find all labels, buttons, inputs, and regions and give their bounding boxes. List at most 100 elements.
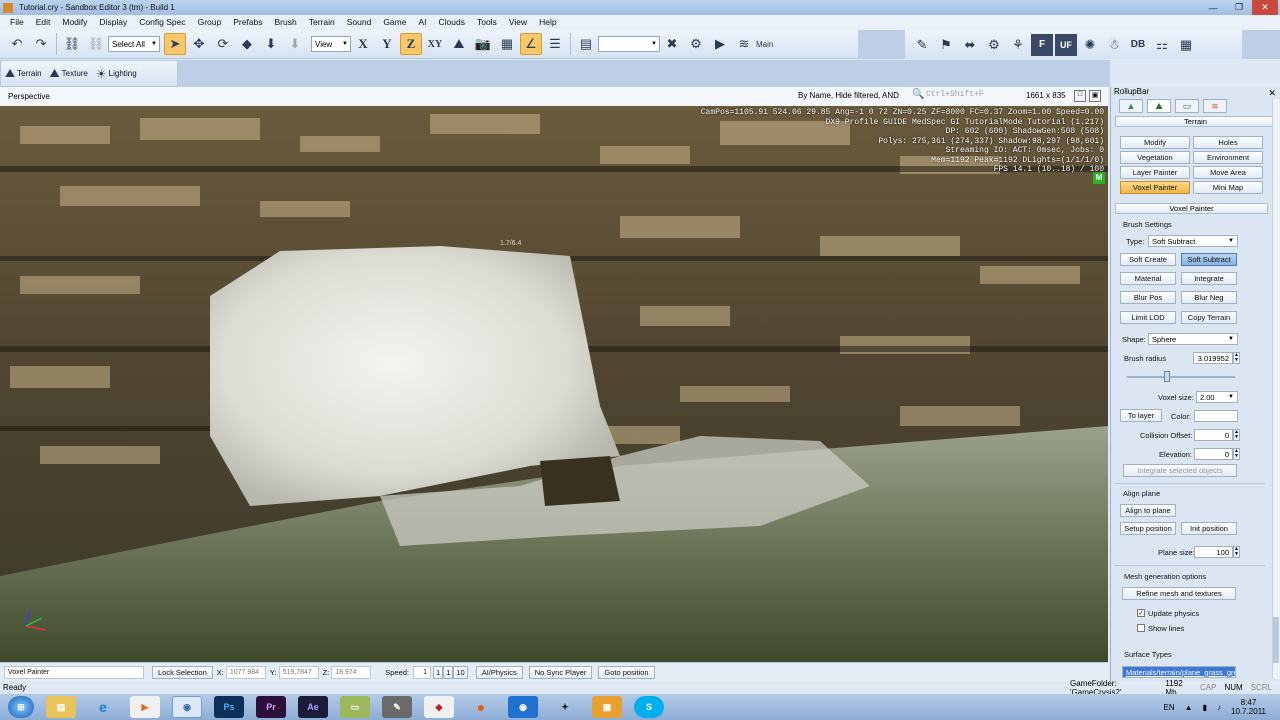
collision-offset-spinner[interactable]: ▲ ▼ [1233,429,1240,441]
update-physics-checkbox[interactable]: ✓ [1137,609,1145,617]
voxel-size-select[interactable]: 2.00 ▼ [1196,391,1238,403]
firefox-icon[interactable]: ● [466,696,496,718]
brush-radius-field[interactable]: 3.019952 [1193,352,1233,364]
axis-y-button[interactable]: Y [376,33,398,55]
holes-button[interactable]: Holes [1193,136,1263,149]
language-indicator[interactable]: EN [1164,703,1175,712]
mini-map-button[interactable]: Mini Map [1193,181,1263,194]
menu-clouds[interactable]: Clouds [433,15,471,30]
menu-sound[interactable]: Sound [341,15,378,30]
modify-button[interactable]: Modify [1120,136,1190,149]
to-layer-button[interactable]: To layer [1120,409,1162,422]
menu-game[interactable]: Game [377,15,412,30]
terrain-snap-icon[interactable]: ⛰ [448,33,470,55]
media-player-icon[interactable]: ▶ [130,696,160,718]
undo-icon[interactable]: ↶ [6,33,28,55]
blur-neg-button[interactable]: Blur Neg [1181,291,1237,304]
chrome-like-icon[interactable]: ◉ [508,696,538,718]
physics-icon[interactable]: ⚙ [685,33,707,55]
layer-combo[interactable]: ▼ [598,36,660,52]
layer-stack-icon[interactable]: ≋ [733,33,755,55]
skype-icon[interactable]: S [634,696,664,718]
maximize-viewport-icon[interactable]: □ [1074,90,1086,102]
vegetation-button[interactable]: Vegetation [1120,151,1190,164]
explorer-icon[interactable]: ▤ [46,696,76,718]
voxel-painter-button[interactable]: Voxel Painter [1120,181,1190,194]
track-view-icon[interactable]: ⬌ [959,34,981,56]
maximize-button[interactable]: ❐ [1226,0,1252,15]
selection-combo[interactable]: Select All ▼ [108,36,160,52]
blur-pos-button[interactable]: Blur Pos [1120,291,1176,304]
goto-position-button[interactable]: Goto position [598,665,655,679]
premiere-icon[interactable]: Pr [256,696,286,718]
shape-select[interactable]: Sphere ▼ [1148,333,1238,345]
elevation-field[interactable]: 0 [1194,448,1233,460]
no-sync-player-button[interactable]: No Sync Player [528,665,593,679]
menu-tools[interactable]: Tools [471,15,503,30]
flowgraph-button[interactable]: F [1031,33,1053,56]
grid-icon[interactable]: ▦ [496,33,518,55]
menu-view[interactable]: View [503,15,533,30]
select-arrow-icon[interactable]: ➤ [164,33,186,55]
menu-terrain[interactable]: Terrain [303,15,341,30]
asset-browser-icon[interactable]: ⚏ [1151,34,1173,56]
ai-physics-button[interactable]: AI/Physics [475,665,523,679]
grid-layout-icon[interactable]: ▦ [1175,34,1197,56]
soft-subtract-button[interactable]: Soft Subtract [1181,253,1237,266]
delete-selection-icon[interactable]: ✖ [661,33,683,55]
axis-x-button[interactable]: X [352,33,374,55]
character-icon[interactable]: ☃ [1103,34,1125,56]
z-coord-field[interactable]: 18.974 [331,665,372,679]
speed-field[interactable]: 1 [413,665,432,679]
network-icon[interactable]: ▮ [1203,703,1207,712]
plane-size-spinner[interactable]: ▲ ▼ [1233,546,1240,558]
objects-tab-icon[interactable]: ▲ [1119,99,1143,113]
camera-icon[interactable]: 📷 [472,33,494,55]
terrain-section-header[interactable]: Terrain [1115,116,1276,127]
layer-painter-button[interactable]: Layer Painter [1120,166,1190,179]
close-button[interactable]: ✕ [1252,0,1278,15]
align-to-plane-button[interactable]: Align to plane [1120,504,1176,517]
scale-icon[interactable]: ◆ [236,33,258,55]
folder-icon[interactable]: ▣ [592,696,622,718]
app-icon-red[interactable]: ◆ [424,696,454,718]
ui-flow-button[interactable]: UF [1055,33,1077,56]
menu-help[interactable]: Help [533,15,562,30]
color-swatch[interactable] [1194,410,1238,422]
redo-icon[interactable]: ↷ [30,33,52,55]
init-position-button[interactable]: Init position [1181,522,1237,535]
material-pick-icon[interactable]: ✎ [911,34,933,56]
plugin-icon[interactable]: ✦ [550,696,580,718]
internet-explorer-icon[interactable]: e [88,696,118,718]
display-tab-icon[interactable]: ▭ [1175,99,1199,113]
layers-tab-icon[interactable]: ≋ [1203,99,1227,113]
menu-ai[interactable]: AI [412,15,432,30]
place-on-terrain-icon[interactable]: ⬇ [260,33,282,55]
viewport-options-icon[interactable]: ▣ [1089,90,1101,102]
terrain-tab-icon[interactable]: ⛰ [1147,99,1171,113]
axis-xy-button[interactable]: XY [424,33,446,55]
after-effects-icon[interactable]: Ae [298,696,328,718]
coord-system-combo[interactable]: View ▼ [311,36,351,52]
photoshop-icon[interactable]: Ps [214,696,244,718]
3d-viewport[interactable]: CamPos=1105.91 524.06 29.85 Ang=-1 0 72 … [0,106,1108,662]
brush-radius-slider-thumb[interactable] [1164,371,1170,382]
copy-terrain-button[interactable]: Copy Terrain [1181,311,1237,324]
plane-size-field[interactable]: 100 [1194,546,1233,558]
viewport-filter[interactable]: By Name, Hide filtered, AND [798,91,899,100]
unlink-icon[interactable]: ⛓ [85,33,107,55]
system-clock[interactable]: 8:47 10.7.2011 [1231,698,1266,716]
viewport-title[interactable]: Perspective [8,92,50,101]
x-coord-field[interactable]: 1077.984 [225,665,266,679]
menu-file[interactable]: File [4,15,30,30]
menu-display[interactable]: Display [93,15,133,30]
database-button[interactable]: DB [1127,34,1149,56]
soft-create-button[interactable]: Soft Create [1120,253,1176,266]
menu-prefabs[interactable]: Prefabs [227,15,268,30]
object-settings-icon[interactable]: ⚙ [983,34,1005,56]
lock-selection-button[interactable]: Lock Selection [152,665,213,679]
tool-icon[interactable]: ✎ [382,696,412,718]
material-button[interactable]: Material [1120,272,1176,285]
environment-button[interactable]: Environment [1193,151,1263,164]
ruler-icon[interactable]: ☰ [544,33,566,55]
